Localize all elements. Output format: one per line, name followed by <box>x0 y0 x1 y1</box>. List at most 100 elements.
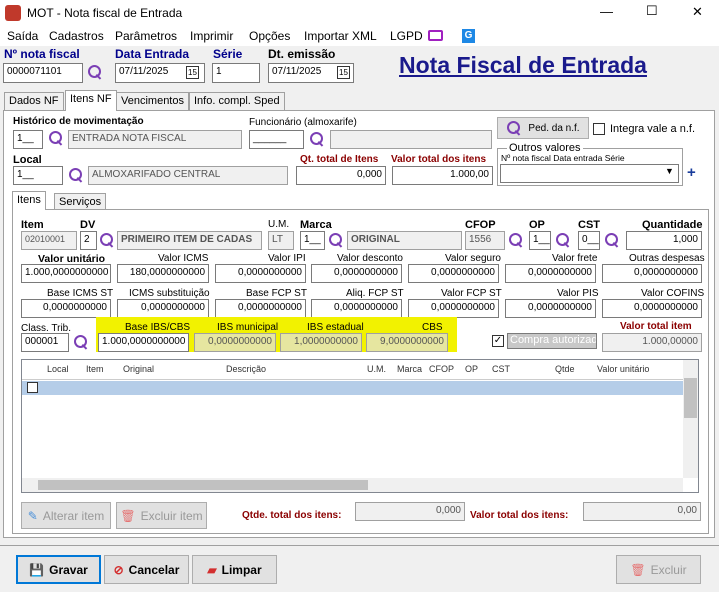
dv-input[interactable]: 2 <box>80 231 97 250</box>
monitor-icon[interactable] <box>428 30 443 41</box>
tab-info-compl[interactable]: Info. compl. Sped <box>189 92 285 110</box>
um-label: U.M. <box>268 219 290 230</box>
integra-label: Integra vale a n.f. <box>610 123 695 135</box>
search-marca-icon[interactable] <box>328 232 345 249</box>
valor-desconto-input[interactable]: 0,0000000000 <box>311 264 402 283</box>
excluir-item-label: Excluir item <box>140 508 203 523</box>
valor-ipi-input[interactable]: 0,0000000000 <box>215 264 306 283</box>
cfop-value[interactable]: 1556 <box>465 231 505 250</box>
menu-saida[interactable]: Saída <box>7 29 38 43</box>
valor-pis-input[interactable]: 0,0000000000 <box>505 299 596 318</box>
marca-code[interactable]: 1__ <box>300 231 325 250</box>
base-fcp-st-input[interactable]: 0,0000000000 <box>215 299 306 318</box>
alterar-item-button[interactable]: ✎ Alterar item <box>21 502 111 529</box>
ibs-base-input[interactable]: 1.000,0000000000 <box>98 333 189 352</box>
valor-ipi-label: Valor IPI <box>268 253 306 264</box>
grid-row-selected[interactable] <box>22 381 683 395</box>
excluir-button[interactable]: 🗑 Excluir <box>616 555 701 584</box>
horizontal-scroll-thumb[interactable] <box>38 480 368 490</box>
search-class-icon[interactable] <box>73 334 90 351</box>
col-original[interactable]: Original <box>123 364 154 374</box>
maximize-button[interactable]: ☐ <box>646 3 658 19</box>
calendar-emissao-icon[interactable]: 15 <box>337 66 350 79</box>
op-input[interactable]: 1__ <box>529 231 551 250</box>
local-code[interactable]: 1__ <box>13 166 63 185</box>
nf-input[interactable]: 0000071101 <box>3 63 83 83</box>
menu-lgpd[interactable]: LGPD <box>390 29 423 43</box>
valor-fcp-st-label: Valor FCP ST <box>441 288 502 299</box>
search-cfop-icon[interactable] <box>508 232 525 249</box>
excluir-item-button[interactable]: 🗑 Excluir item <box>116 502 207 529</box>
aliq-fcp-st-label: Aliq. FCP ST <box>346 288 404 299</box>
search-local-icon[interactable] <box>68 167 85 184</box>
valor-fcp-st-input[interactable]: 0,0000000000 <box>408 299 499 318</box>
search-cst-icon[interactable] <box>604 232 621 249</box>
func-code[interactable]: ______ <box>249 130 304 149</box>
gravar-button[interactable]: 💾 Gravar <box>16 555 101 584</box>
subtab-servicos[interactable]: Serviços <box>54 193 107 210</box>
chevron-down-icon[interactable]: ▼ <box>665 166 674 176</box>
col-cst[interactable]: CST <box>492 364 510 374</box>
col-marca[interactable]: Marca <box>397 364 422 374</box>
g-icon[interactable]: G <box>462 29 475 43</box>
limpar-button[interactable]: ▰ Limpar <box>192 555 277 584</box>
title-bar: MOT - Nota fiscal de Entrada — ☐ ✕ <box>0 0 719 27</box>
tab-itens-nf[interactable]: Itens NF <box>65 90 117 111</box>
outras-despesas-input[interactable]: 0,0000000000 <box>602 264 702 283</box>
col-um[interactable]: U.M. <box>367 364 386 374</box>
aliq-fcp-st-input[interactable]: 0,0000000000 <box>311 299 402 318</box>
minimize-button[interactable]: — <box>600 4 613 19</box>
search-func-icon[interactable] <box>309 131 326 148</box>
col-qtde[interactable]: Qtde <box>555 364 575 374</box>
valor-seguro-input[interactable]: 0,0000000000 <box>408 264 499 283</box>
menu-bar: Saída Cadastros Parâmetros Imprimir Opçõ… <box>0 27 719 46</box>
valor-itens-label: Valor total dos itens: <box>470 510 569 521</box>
class-trib-input[interactable]: 000001 <box>21 333 69 352</box>
col-cfop[interactable]: CFOP <box>429 364 454 374</box>
ibs-mun-input: 0,0000000000 <box>194 333 276 352</box>
outros-cols: Nº nota fiscal Data entrada Série <box>501 153 625 163</box>
menu-importar-xml[interactable]: Importar XML <box>304 29 377 43</box>
compra-checkbox[interactable]: ✓ <box>492 335 504 347</box>
tab-dados-nf[interactable]: Dados NF <box>4 92 64 110</box>
integra-checkbox[interactable] <box>593 123 605 135</box>
menu-cadastros[interactable]: Cadastros <box>49 29 104 43</box>
col-local[interactable]: Local <box>47 364 69 374</box>
calendar-icon[interactable]: 15 <box>186 66 199 79</box>
cst-input[interactable]: 0__ <box>578 231 600 250</box>
close-button[interactable]: ✕ <box>692 4 703 20</box>
valor-icms-input[interactable]: 180,0000000000 <box>117 264 209 283</box>
serie-input[interactable]: 1 <box>212 63 260 83</box>
menu-imprimir[interactable]: Imprimir <box>190 29 233 43</box>
cfop-label: CFOP <box>465 219 496 231</box>
valor-frete-input[interactable]: 0,0000000000 <box>505 264 596 283</box>
col-descricao[interactable]: Descrição <box>226 364 266 374</box>
search-hist-icon[interactable] <box>48 130 65 147</box>
subtab-itens[interactable]: Itens <box>12 191 46 210</box>
vertical-scroll-thumb[interactable] <box>684 378 697 418</box>
search-op-icon[interactable] <box>555 232 572 249</box>
qtd-input[interactable]: 1,000 <box>626 231 702 250</box>
col-item[interactable]: Item <box>86 364 104 374</box>
valor-cofins-label: Valor COFINS <box>641 288 705 299</box>
cbs-label: CBS <box>422 322 443 333</box>
item-code[interactable]: 02010001 <box>21 231 77 250</box>
tab-vencimentos[interactable]: Vencimentos <box>116 92 189 110</box>
hist-code[interactable]: 1__ <box>13 130 43 149</box>
cancelar-button[interactable]: ⊘ Cancelar <box>104 555 189 584</box>
valor-unitario-input[interactable]: 1.000,0000000000 <box>21 264 111 283</box>
plus-icon[interactable]: + <box>687 164 696 181</box>
outros-select[interactable] <box>500 164 679 183</box>
ped-nf-button[interactable]: Ped. da n.f. <box>497 117 589 139</box>
menu-opcoes[interactable]: Opções <box>249 29 290 43</box>
search-nf-icon[interactable] <box>87 64 104 81</box>
valor-cofins-input[interactable]: 0,0000000000 <box>602 299 702 318</box>
col-valor-unitario[interactable]: Valor unitário <box>597 364 649 374</box>
base-icms-st-input[interactable]: 0,0000000000 <box>21 299 111 318</box>
icms-subst-input[interactable]: 0,0000000000 <box>117 299 209 318</box>
grid-row-checkbox[interactable] <box>27 382 38 393</box>
ped-nf-label: Ped. da n.f. <box>528 122 580 134</box>
menu-parametros[interactable]: Parâmetros <box>115 29 177 43</box>
col-op[interactable]: OP <box>465 364 478 374</box>
search-item-icon[interactable] <box>99 232 116 249</box>
